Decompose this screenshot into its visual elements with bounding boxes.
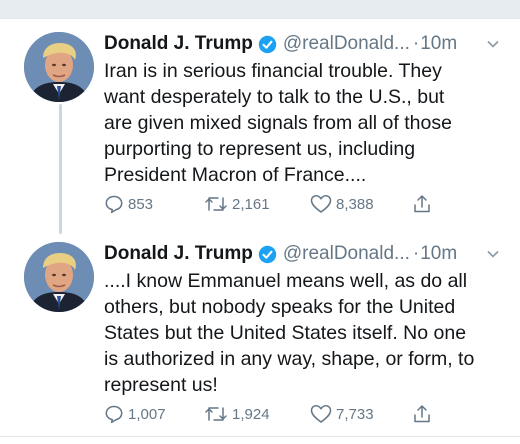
retweet-icon	[205, 197, 227, 211]
avatar[interactable]	[24, 32, 94, 102]
timeline-top-strip	[0, 0, 520, 18]
tweet-text-line: purporting to represent us, including	[104, 138, 416, 160]
tweet-text-line: President Macron of France....	[104, 164, 367, 186]
retweet-count: 2,161	[232, 195, 270, 213]
timestamp[interactable]: 10m	[420, 33, 457, 55]
timestamp[interactable]: 10m	[420, 243, 457, 265]
tweet-text-line: represent us!	[104, 374, 218, 396]
retweet-button[interactable]: 2,161	[204, 194, 270, 214]
tweet-text-line: want desperately to talk to the U.S., bu…	[104, 86, 445, 108]
tweet-text-line: others, but nobody speaks for the United	[104, 296, 456, 318]
divider	[0, 18, 520, 19]
reply-count: 853	[128, 195, 154, 213]
like-count: 8,388	[336, 195, 374, 213]
heart-icon	[310, 405, 332, 423]
tweet-text-line: Iran is in serious financial trouble. Th…	[104, 60, 442, 82]
heart-icon	[310, 195, 332, 213]
tweet-text-line: are given mixed signals from all of thos…	[104, 112, 452, 134]
reply-icon	[105, 405, 123, 424]
avatar[interactable]	[24, 242, 94, 312]
display-name[interactable]: Donald J. Trump	[104, 243, 253, 265]
like-count: 7,733	[336, 405, 374, 423]
verified-badge-icon	[258, 35, 277, 54]
retweet-count: 1,924	[232, 405, 270, 423]
reply-icon	[105, 195, 123, 214]
thread-connector-line	[59, 104, 62, 234]
tweet-text: ....I know Emmanuel means well, as do al…	[104, 268, 504, 398]
separator-dot: ·	[412, 33, 420, 54]
like-button[interactable]: 7,733	[310, 404, 374, 424]
reply-button[interactable]: 1,007	[104, 404, 166, 424]
tweet-text-line: ....I know Emmanuel means well, as do al…	[104, 270, 468, 292]
tweet-text-line: is authorized in any way, shape, or form…	[104, 348, 475, 370]
tweet-text-line: States but the United States itself. No …	[104, 322, 467, 344]
retweet-button[interactable]: 1,924	[204, 404, 270, 424]
tweet-actions: 1,007 1,924 7,733	[104, 404, 464, 426]
profile-photo-icon	[24, 242, 94, 312]
share-button[interactable]	[412, 194, 432, 214]
profile-photo-icon	[24, 32, 94, 102]
tweet-header: Donald J. Trump @realDonald... · 10m	[104, 30, 504, 58]
like-button[interactable]: 8,388	[310, 194, 374, 214]
chevron-down-icon[interactable]	[486, 247, 500, 266]
reply-count: 1,007	[128, 405, 166, 423]
tweet-header: Donald J. Trump @realDonald... · 10m	[104, 240, 504, 268]
share-icon	[414, 405, 430, 423]
chevron-down-icon[interactable]	[486, 37, 500, 56]
verified-badge-icon	[258, 245, 277, 264]
tweet-actions: 853 2,161 8,388	[104, 194, 464, 216]
retweet-icon	[205, 407, 227, 421]
user-handle[interactable]: @realDonald...	[283, 243, 410, 265]
divider	[0, 436, 520, 437]
user-handle[interactable]: @realDonald...	[283, 33, 410, 55]
share-icon	[414, 195, 430, 213]
separator-dot: ·	[412, 243, 420, 264]
tweet-text: Iran is in serious financial trouble. Th…	[104, 58, 504, 188]
display-name[interactable]: Donald J. Trump	[104, 33, 253, 55]
share-button[interactable]	[412, 404, 432, 424]
reply-button[interactable]: 853	[104, 194, 153, 214]
